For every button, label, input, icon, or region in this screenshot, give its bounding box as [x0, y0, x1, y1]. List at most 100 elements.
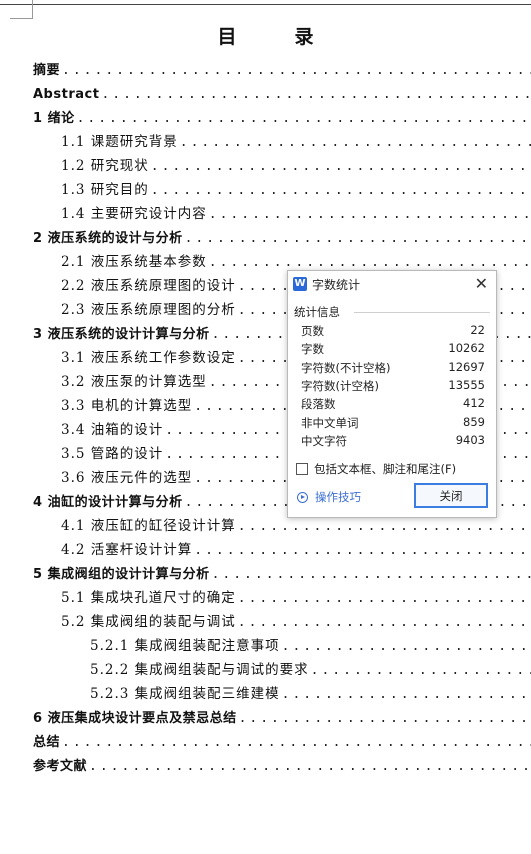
toc-entry-text: 4.1 液压缸的缸径设计计算 [61, 518, 236, 534]
toc-entry-text: 2 液压系统的设计与分析 [33, 231, 183, 246]
toc-entry-text: 3.4 油箱的设计 [61, 422, 164, 438]
toc-entry[interactable]: 1.4 主要研究设计内容 [61, 200, 531, 222]
stat-value: 9403 [455, 432, 485, 447]
toc-entry-text: 2.3 液压系统原理图的分析 [61, 302, 236, 318]
dialog-titlebar[interactable]: W 字数统计 ✕ [288, 271, 496, 297]
toc-entry-text: 3.6 液压元件的选型 [61, 470, 193, 486]
toc-leader-dots [194, 543, 531, 558]
toc-entry-text: 5.2.1 集成阀组装配注意事项 [90, 638, 280, 654]
toc-leader-dots [282, 687, 531, 702]
toc-entry-text: 1.2 研究现状 [61, 158, 149, 174]
close-icon[interactable]: ✕ [475, 274, 488, 293]
toc-title: 目录 [217, 26, 372, 48]
stat-row: 非中文单词 859 [301, 415, 485, 433]
close-button[interactable]: 关闭 [414, 483, 488, 508]
toc-entry[interactable]: 2 液压系统的设计与分析 [33, 224, 531, 246]
toc-entry[interactable]: 1.1 课题研究背景 [61, 128, 531, 150]
toc-entry-text: 1 绪论 [33, 111, 75, 126]
toc-entry-text: Abstract [33, 87, 100, 102]
toc-entry-text: 5.2.2 集成阀组装配与调试的要求 [90, 662, 309, 678]
toc-leader-dots [238, 615, 531, 630]
stat-label: 段落数 [301, 397, 336, 412]
toc-entry-text: 4.2 活塞杆设计计算 [61, 542, 193, 558]
toc-entry-text: 3.3 电机的计算选型 [61, 398, 193, 414]
toc-entry-text: 1.4 主要研究设计内容 [61, 206, 207, 222]
page-corner-mark [10, 0, 33, 19]
stat-label: 字符数(计空格) [301, 378, 379, 393]
stat-row: 中文字符 9403 [301, 433, 485, 451]
toc-leader-dots [282, 639, 531, 654]
toc-leader-dots [238, 591, 531, 606]
toc-entry[interactable]: 1.2 研究现状 [61, 152, 531, 174]
stat-label: 页数 [301, 324, 324, 338]
toc-entry-text: 5.1 集成块孔道尺寸的确定 [61, 590, 236, 606]
toc-entry[interactable]: 1 绪论 [33, 104, 531, 126]
toc-entry-text: 1.3 研究目的 [61, 182, 149, 198]
toc-entry[interactable]: 摘要 [33, 56, 531, 78]
stats-section-label: 统计信息 [294, 305, 340, 319]
toc-entry-text: 1.1 课题研究背景 [61, 134, 178, 150]
stat-row: 字符数(计空格) 13555 [301, 378, 485, 396]
toc-entry[interactable]: 5.2 集成阀组的装配与调试 [61, 608, 531, 630]
stat-label: 字数 [301, 342, 324, 357]
toc-leader-dots [62, 63, 531, 78]
include-textbox-label: 包括文本框、脚注和尾注(F) [314, 462, 457, 476]
stat-row: 字符数(不计空格) 12697 [301, 360, 485, 378]
toc-leader-dots [212, 567, 531, 582]
stat-row: 段落数 412 [301, 396, 485, 414]
stat-label: 非中文单词 [301, 415, 359, 430]
toc-leader-dots [239, 711, 531, 726]
toc-leader-dots [238, 519, 531, 534]
toc-leader-dots [151, 183, 531, 198]
stat-label: 字符数(不计空格) [301, 360, 391, 375]
stat-label: 中文字符 [301, 433, 347, 448]
toc-leader-dots [209, 207, 531, 222]
toc-entry-text: 5.2.3 集成阀组装配三维建模 [90, 686, 280, 702]
toc-entry-text: 2.1 液压系统基本参数 [61, 254, 207, 270]
stat-row: 字数 10262 [301, 341, 485, 359]
toc-entry-text: 3.1 液压系统工作参数设定 [61, 350, 236, 366]
toc-entry[interactable]: 5.2.3 集成阀组装配三维建模 [90, 680, 531, 702]
stat-value: 412 [463, 396, 485, 411]
toc-entry[interactable]: 2.1 液压系统基本参数 [61, 248, 531, 270]
toc-leader-dots [180, 135, 531, 150]
toc-entry[interactable]: 5.1 集成块孔道尺寸的确定 [61, 584, 531, 606]
stat-value: 13555 [448, 377, 485, 392]
stat-value: 12697 [448, 359, 485, 374]
toc-entry-text: 3.2 液压泵的计算选型 [61, 374, 207, 390]
toc-entry[interactable]: 6 液压集成块设计要点及禁忌总结 [33, 704, 531, 726]
stat-value: 22 [470, 323, 485, 337]
stat-row: 页数 22 [301, 323, 485, 341]
toc-entry-text: 5 集成阀组的设计计算与分析 [33, 567, 210, 582]
include-textbox-checkbox[interactable] [296, 463, 308, 475]
toc-leader-dots [101, 87, 531, 102]
wps-writer-icon: W [293, 277, 307, 291]
dialog-title: 字数统计 [312, 278, 361, 292]
toc-leader-dots [209, 255, 531, 270]
toc-leader-dots [185, 231, 531, 246]
page-header-line [0, 4, 531, 5]
play-circle-icon [297, 491, 308, 503]
toc-entry[interactable]: 4.2 活塞杆设计计算 [61, 536, 531, 558]
toc-leader-dots [89, 759, 531, 774]
stat-value: 859 [463, 414, 485, 429]
toc-entry[interactable]: 5.2.1 集成阀组装配注意事项 [90, 632, 531, 654]
toc-entry-text: 总结 [33, 735, 61, 750]
toc-leader-dots [77, 111, 531, 126]
toc-entry-text: 6 液压集成块设计要点及禁忌总结 [33, 711, 237, 726]
toc-entry-text: 3 液压系统的设计计算与分析 [33, 327, 210, 342]
toc-entry[interactable]: Abstract [33, 80, 531, 102]
stat-value: 10262 [448, 341, 485, 356]
toc-entry[interactable]: 5.2.2 集成阀组装配与调试的要求 [90, 656, 531, 678]
toc-entry[interactable]: 1.3 研究目的 [61, 176, 531, 198]
tips-link[interactable]: 操作技巧 [297, 489, 361, 505]
toc-entry-text: 4 油缸的设计计算与分析 [33, 495, 183, 510]
toc-entry-text: 摘要 [33, 63, 61, 78]
toc-entry-text: 3.5 管路的设计 [61, 446, 164, 462]
toc-entry[interactable]: 总结 [33, 728, 531, 750]
include-textbox-option[interactable]: 包括文本框、脚注和尾注(F) [296, 461, 456, 477]
toc-entry-text: 2.2 液压系统原理图的设计 [61, 278, 236, 294]
toc-entry[interactable]: 参考文献 [33, 752, 531, 774]
toc-leader-dots [151, 159, 531, 174]
toc-entry[interactable]: 5 集成阀组的设计计算与分析 [33, 560, 531, 582]
